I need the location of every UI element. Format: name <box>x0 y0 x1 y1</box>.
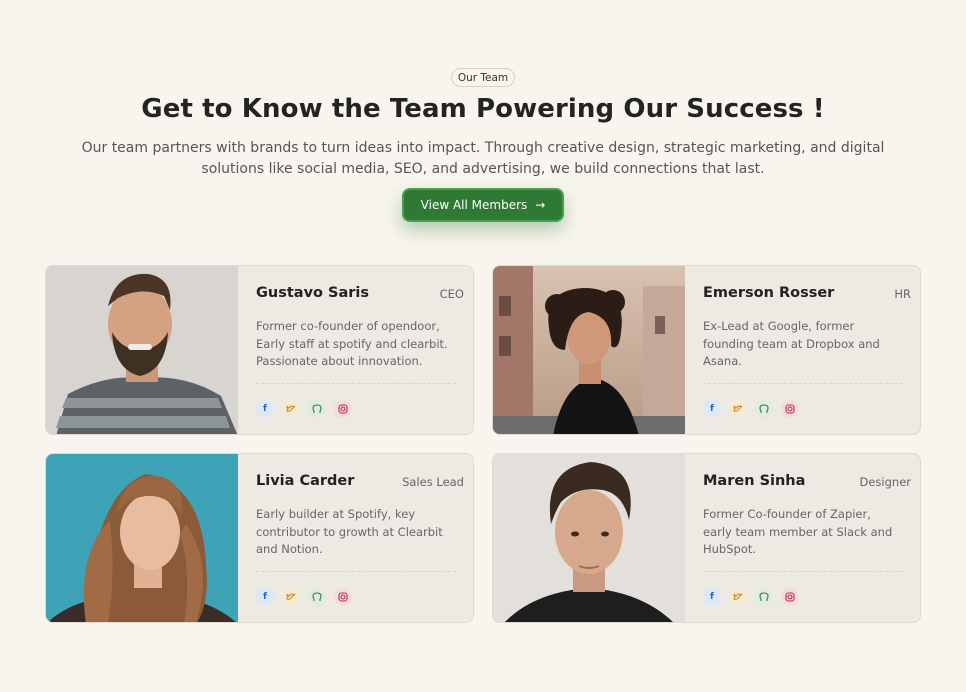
section-badge: Our Team <box>451 68 515 87</box>
card-divider <box>256 571 456 572</box>
card-divider <box>256 383 456 384</box>
member-name: Maren Sinha <box>703 473 806 489</box>
page-title: Get to Know the Team Powering Our Succes… <box>141 94 825 124</box>
arrow-right-icon: → <box>535 198 546 212</box>
facebook-icon[interactable]: f <box>703 400 721 418</box>
card-divider <box>703 383 903 384</box>
member-photo <box>46 266 238 434</box>
team-card-gustavo-saris: Gustavo Saris CEO Former co-founder of o… <box>45 265 474 435</box>
team-card-maren-sinha: Maren Sinha Designer Former Co-founder o… <box>492 453 921 623</box>
github-icon[interactable] <box>308 400 326 418</box>
member-bio: Ex-Lead at Google, former founding team … <box>703 319 880 368</box>
member-role: HR <box>894 287 911 301</box>
member-name: Gustavo Saris <box>256 285 370 301</box>
github-icon[interactable] <box>755 588 773 606</box>
social-links: f <box>703 588 799 606</box>
github-icon[interactable] <box>308 588 326 606</box>
social-links: f <box>703 400 799 418</box>
member-role: CEO <box>439 287 464 301</box>
member-photo <box>493 266 685 434</box>
facebook-icon[interactable]: f <box>256 588 274 606</box>
member-role: Sales Lead <box>402 475 464 489</box>
member-photo <box>493 454 685 622</box>
twitter-icon[interactable] <box>282 588 300 606</box>
team-card-emerson-rosser: Emerson Rosser HR Ex-Lead at Google, for… <box>492 265 921 435</box>
member-bio: Former Co-founder of Zapier, early team … <box>703 507 893 556</box>
facebook-icon[interactable]: f <box>256 400 274 418</box>
member-bio: Early builder at Spotify, key contributo… <box>256 507 443 556</box>
view-all-members-button[interactable]: View All Members → <box>402 188 564 222</box>
twitter-icon[interactable] <box>282 400 300 418</box>
member-photo <box>46 454 238 622</box>
instagram-icon[interactable] <box>781 400 799 418</box>
twitter-icon[interactable] <box>729 588 747 606</box>
member-name: Emerson Rosser <box>703 285 835 301</box>
card-divider <box>703 571 903 572</box>
page-subtitle: Our team partners with brands to turn id… <box>81 140 885 177</box>
instagram-icon[interactable] <box>781 588 799 606</box>
member-bio: Former co-founder of opendoor, Early sta… <box>256 319 448 368</box>
team-card-livia-carder: Livia Carder Sales Lead Early builder at… <box>45 453 474 623</box>
github-icon[interactable] <box>755 400 773 418</box>
social-links: f <box>256 400 352 418</box>
social-links: f <box>256 588 352 606</box>
member-name: Livia Carder <box>256 473 355 489</box>
view-all-members-label: View All Members <box>420 198 528 212</box>
instagram-icon[interactable] <box>334 588 352 606</box>
member-role: Designer <box>859 475 911 489</box>
section-badge-label: Our Team <box>457 71 509 84</box>
facebook-icon[interactable]: f <box>703 588 721 606</box>
instagram-icon[interactable] <box>334 400 352 418</box>
twitter-icon[interactable] <box>729 400 747 418</box>
